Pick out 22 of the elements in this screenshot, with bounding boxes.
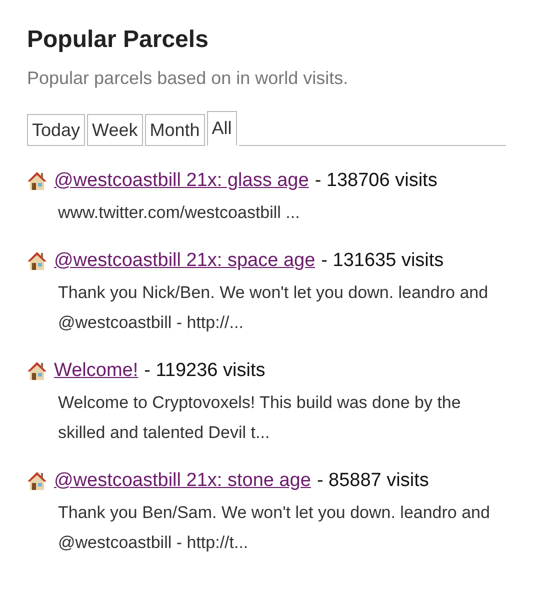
parcel-description: Thank you Nick/Ben. We won't let you down. leandro and @westcoastbill - http://... xyxy=(58,282,490,334)
parcel-link[interactable]: Welcome! xyxy=(54,360,138,382)
parcel-link[interactable]: @westcoastbill 21x: glass age xyxy=(54,170,309,192)
tab[interactable]: Today xyxy=(27,114,86,146)
parcel-description: Thank you Ben/Sam. We won't let you down. leandro and @westcoastbill - http://t... xyxy=(58,502,491,554)
visit-count: - 85887 visits xyxy=(316,470,429,492)
house-icon xyxy=(27,471,47,491)
tab[interactable]: Month xyxy=(144,114,205,146)
tab[interactable]: Week xyxy=(87,114,143,146)
parcel-link[interactable]: @westcoastbill 21x: space age xyxy=(54,250,316,272)
visit-count: - 119236 visits xyxy=(144,360,266,382)
house-icon xyxy=(27,361,47,381)
house-icon xyxy=(27,251,47,271)
visit-count: - 138706 visits xyxy=(314,170,438,192)
page-title: Popular Parcels xyxy=(27,26,210,54)
visit-count: - 131635 visits xyxy=(321,250,444,272)
house-icon xyxy=(27,171,47,191)
tab[interactable]: All xyxy=(206,111,237,146)
parcel-description: www.twitter.com/westcoastbill ... xyxy=(58,202,301,224)
page-subtitle: Popular parcels based on in world visits. xyxy=(27,68,350,89)
parcel-description: Welcome to Cryptovoxels! This build was done by the skilled and talented Devil t... xyxy=(58,392,462,444)
parcel-link[interactable]: @westcoastbill 21x: stone age xyxy=(54,470,311,492)
